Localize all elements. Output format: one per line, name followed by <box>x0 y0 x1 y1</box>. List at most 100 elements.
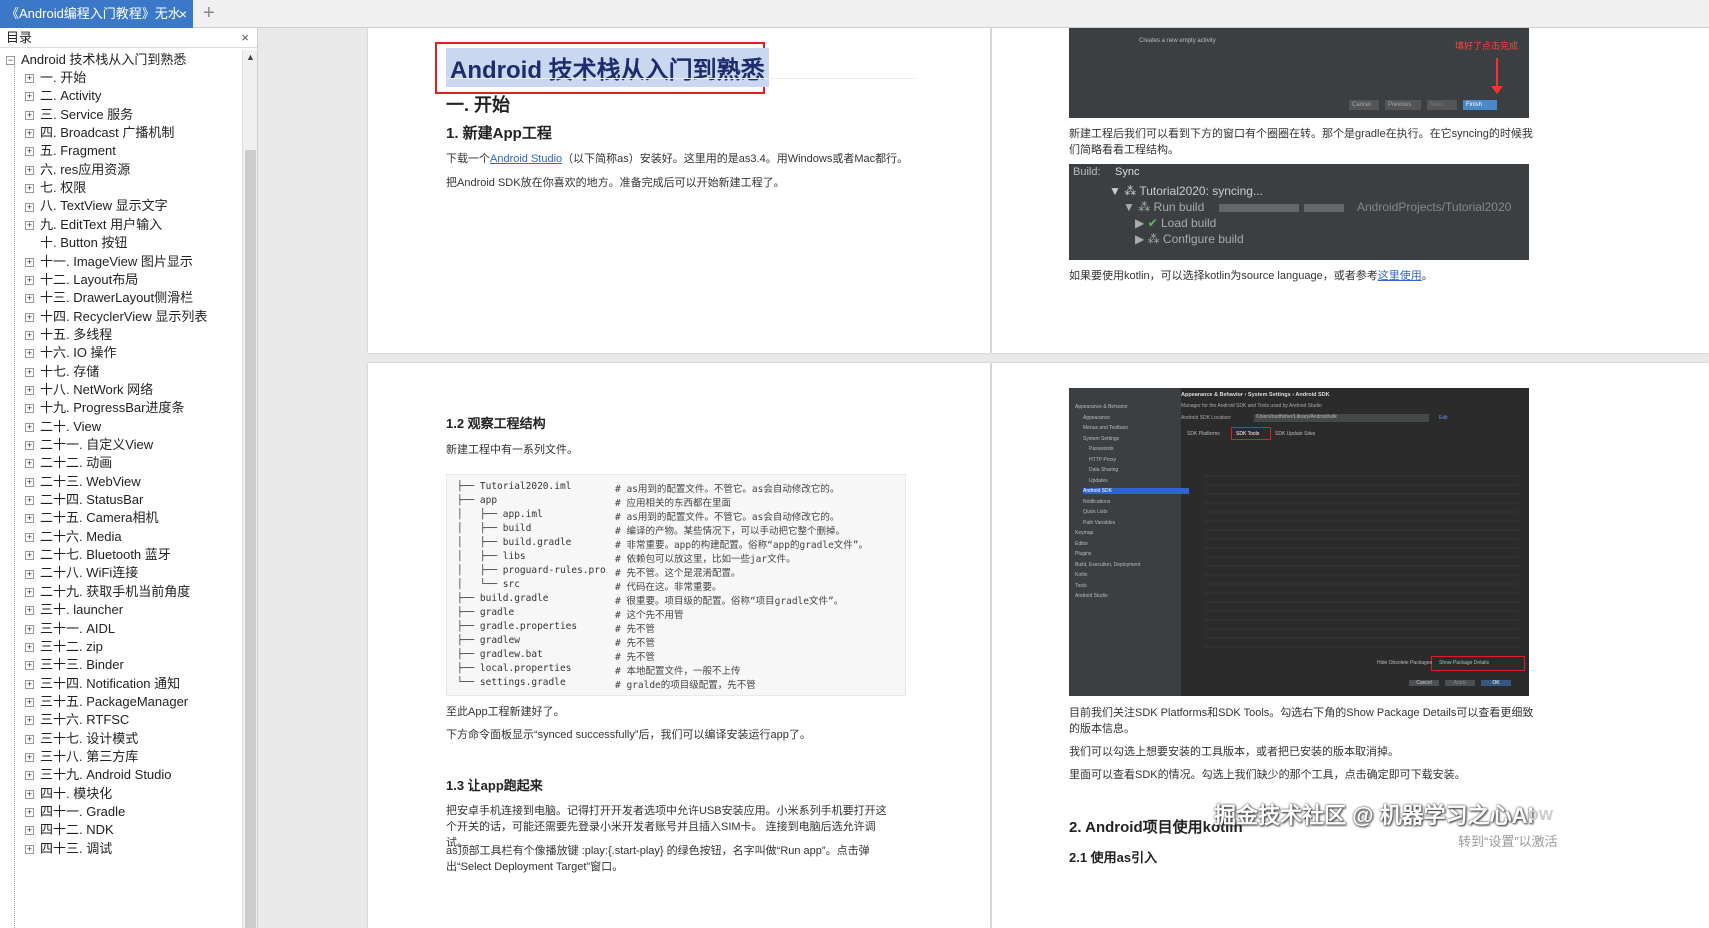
toc-item[interactable]: + 六. res应用资源 <box>25 160 130 180</box>
toc-item[interactable]: + 十二. Layout布局 <box>25 270 138 290</box>
expand-icon[interactable]: + <box>25 74 34 84</box>
toc-item[interactable]: + 二十一. 自定义View <box>25 435 153 455</box>
android-studio-link[interactable]: Android Studio <box>490 153 562 165</box>
expand-icon[interactable]: + <box>25 92 34 102</box>
expand-icon[interactable]: + <box>25 147 34 157</box>
expand-icon[interactable]: + <box>25 808 34 818</box>
expand-icon[interactable]: + <box>25 220 34 230</box>
expand-icon[interactable]: + <box>25 367 34 377</box>
toc-item[interactable]: + 二十. View <box>25 417 101 437</box>
toc-close-icon[interactable]: × <box>241 28 249 48</box>
scroll-thumb[interactable] <box>245 150 256 928</box>
expand-icon[interactable]: + <box>25 734 34 744</box>
expand-icon[interactable]: + <box>25 753 34 762</box>
toc-item[interactable]: + 四十. 模块化 <box>25 784 112 804</box>
expand-icon[interactable]: + <box>25 312 34 322</box>
toc-item[interactable]: + 十九. ProgressBar进度条 <box>25 398 184 418</box>
expand-icon[interactable]: + <box>25 330 34 340</box>
new-tab-button[interactable]: + <box>203 2 215 25</box>
toc-item[interactable]: 十. Button 按钮 <box>25 233 127 253</box>
document-view: Android 技术栈从入门到熟悉 一. 开始 1. 新建App工程 下载一个A… <box>258 28 1709 928</box>
toc-item[interactable]: + 三十二. zip <box>25 637 103 657</box>
expand-icon[interactable]: + <box>25 477 34 487</box>
toc-item[interactable]: + 二十三. WebView <box>25 472 141 492</box>
toc-item[interactable]: + 三十一. AIDL <box>25 619 115 639</box>
toc-item[interactable]: + 二十九. 获取手机当前角度 <box>25 582 190 602</box>
toc-item[interactable]: + 三十七. 设计模式 <box>25 729 138 749</box>
expand-icon[interactable]: + <box>25 642 34 652</box>
expand-icon[interactable]: + <box>25 697 34 707</box>
expand-icon[interactable]: + <box>25 679 34 689</box>
toc-item[interactable]: + 十七. 存储 <box>25 362 99 382</box>
expand-icon[interactable]: + <box>25 184 34 194</box>
expand-icon[interactable]: + <box>25 789 34 799</box>
expand-icon[interactable]: + <box>25 110 34 120</box>
toc-item[interactable]: + 三十三. Binder <box>25 655 124 675</box>
expand-icon[interactable]: + <box>25 129 34 139</box>
toc-item[interactable]: + 三. Service 服务 <box>25 105 133 125</box>
toc-item[interactable]: + 十一. ImageView 图片显示 <box>25 252 193 272</box>
expand-icon[interactable]: + <box>25 404 34 414</box>
toc-item[interactable]: + 三十. launcher <box>25 600 123 620</box>
toc-item[interactable]: + 二十四. StatusBar <box>25 490 143 510</box>
expand-icon[interactable]: + <box>25 257 34 267</box>
expand-icon[interactable]: + <box>25 459 34 469</box>
toc-item[interactable]: + 三十八. 第三方库 <box>25 747 138 767</box>
code-comment: # 应用相关的东西都在里面 <box>615 498 731 509</box>
expand-icon[interactable]: + <box>25 294 34 304</box>
expand-icon[interactable]: + <box>25 606 34 616</box>
toc-scrollbar[interactable]: ▲ <box>242 50 257 928</box>
expand-icon[interactable]: + <box>25 551 34 561</box>
toc-item[interactable]: + 五. Fragment <box>25 141 116 161</box>
toc-item[interactable]: + 四. Broadcast 广播机制 <box>25 123 174 143</box>
expand-icon[interactable]: + <box>25 661 34 671</box>
code-line: ├── app # 应用相关的东西都在里面 <box>457 495 731 509</box>
expand-icon[interactable]: + <box>25 771 34 781</box>
toc-item[interactable]: + 二十二. 动画 <box>25 453 112 473</box>
expand-icon[interactable]: + <box>25 624 34 634</box>
toc-item[interactable]: + 二. Activity <box>25 86 101 106</box>
expand-icon[interactable]: + <box>25 716 34 726</box>
collapse-icon[interactable]: − <box>6 56 15 66</box>
toc-item[interactable]: + 四十一. Gradle <box>25 802 125 822</box>
toc-root[interactable]: − Android 技术栈从入门到熟悉 <box>6 50 186 70</box>
toc-item[interactable]: + 三十四. Notification 通知 <box>25 674 180 694</box>
expand-icon[interactable]: + <box>25 844 34 854</box>
expand-icon[interactable]: + <box>25 422 34 432</box>
expand-icon[interactable]: + <box>25 532 34 542</box>
expand-icon[interactable]: + <box>25 165 34 175</box>
toc-item[interactable]: + 八. TextView 显示文字 <box>25 196 168 216</box>
expand-icon[interactable]: + <box>25 349 34 359</box>
toc-item[interactable]: + 三十六. RTFSC <box>25 710 129 730</box>
toc-item[interactable]: + 十四. RecyclerView 显示列表 <box>25 307 207 327</box>
toc-item[interactable]: + 二十七. Bluetooth 蓝牙 <box>25 545 171 565</box>
scroll-up-icon[interactable]: ▲ <box>246 52 255 62</box>
toc-item[interactable]: + 二十六. Media <box>25 527 122 547</box>
toc-item[interactable]: + 二十五. Camera相机 <box>25 508 158 528</box>
expand-icon[interactable]: + <box>25 587 34 597</box>
toc-item[interactable]: + 七. 权限 <box>25 178 86 198</box>
usage-link[interactable]: 这里使用 <box>1378 270 1422 282</box>
expand-icon[interactable]: + <box>25 569 34 579</box>
expand-icon[interactable]: + <box>25 275 34 285</box>
toc-item[interactable]: + 三十五. PackageManager <box>25 692 188 712</box>
toc-item[interactable]: + 四十二. NDK <box>25 820 114 840</box>
toc-item[interactable]: + 四十三. 调试 <box>25 839 112 859</box>
expand-icon[interactable]: + <box>25 441 34 451</box>
tab-close-icon[interactable]: × <box>179 0 187 28</box>
toc-item[interactable]: + 十八. NetWork 网络 <box>25 380 153 400</box>
toc-item[interactable]: + 十三. DrawerLayout侧滑栏 <box>25 288 193 308</box>
expand-icon[interactable]: + <box>25 496 34 506</box>
expand-icon[interactable]: + <box>25 514 34 524</box>
expand-icon[interactable]: + <box>25 202 34 212</box>
toc-item[interactable]: + 十五. 多线程 <box>25 325 112 345</box>
expand-icon[interactable]: + <box>25 386 34 395</box>
expand-icon[interactable]: + <box>25 826 34 836</box>
code-line: │ ├── app.iml # as用到的配置文件。不管它。as会自动修改它的。 <box>457 509 839 523</box>
document-tab[interactable]: 《Android编程入门教程》无水 × <box>0 0 193 28</box>
toc-item[interactable]: + 一. 开始 <box>25 68 86 88</box>
toc-item[interactable]: + 九. EditText 用户输入 <box>25 215 162 235</box>
toc-item[interactable]: + 二十八. WiFi连接 <box>25 563 138 583</box>
toc-item[interactable]: + 十六. IO 操作 <box>25 343 117 363</box>
toc-item[interactable]: + 三十九. Android Studio <box>25 765 172 785</box>
